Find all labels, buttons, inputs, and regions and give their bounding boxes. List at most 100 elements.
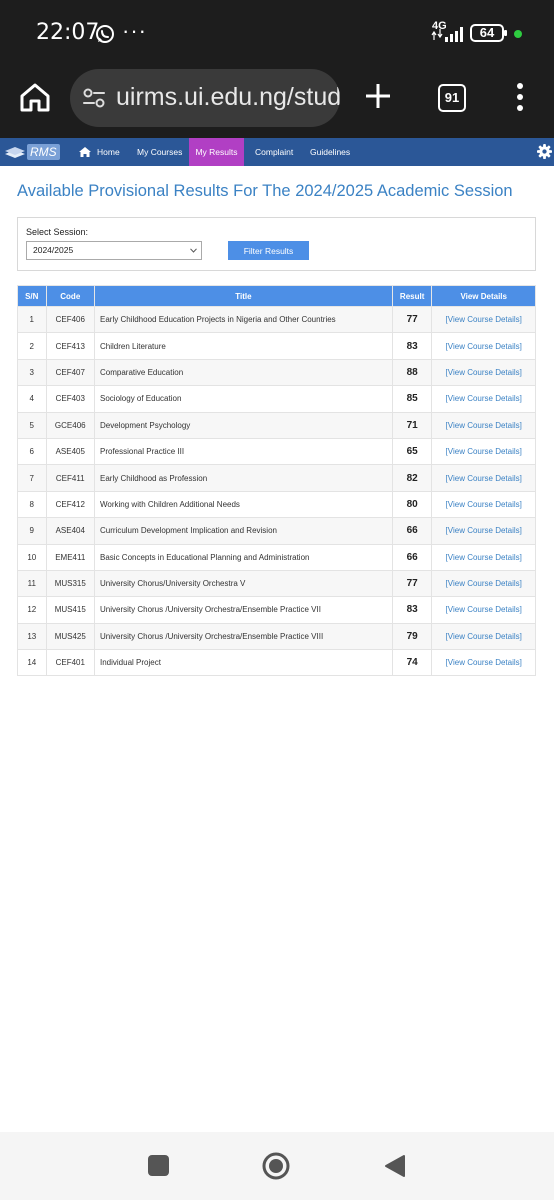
status-time: 22:07 [36,20,100,45]
url-text: uirms.ui.edu.ng/stude [116,83,340,111]
cell-title: Comparative Education [94,358,393,387]
tune-icon[interactable] [82,86,106,110]
cell-title: Early Childhood Education Projects in Ni… [94,305,393,334]
cell-sn: 5 [17,411,47,439]
cell-title: University Chorus/University Orchestra V [94,569,393,598]
table-row: 4 CEF403 Sociology of Education 85 [View… [17,385,536,413]
signal-icon [431,27,463,42]
home-circle-icon[interactable] [262,1152,290,1180]
system-navigation-bar [0,1132,554,1200]
cell-result: 66 [391,543,433,571]
view-course-details-link[interactable]: [View Course Details] [431,464,536,492]
cell-result: 85 [391,385,433,413]
table-row: 2 CEF413 Children Literature 83 [View Co… [17,332,536,360]
cell-sn: 14 [17,649,47,677]
session-label: Select Session: [26,227,89,237]
browser-toolbar: uirms.ui.edu.ng/stude 91 [0,66,554,138]
cell-result: 83 [391,596,433,624]
cell-result: 66 [391,517,433,545]
nav-my-results[interactable]: My Results [189,138,244,166]
battery-icon: 64 [470,24,507,42]
cell-result: 82 [391,464,433,492]
address-bar[interactable]: uirms.ui.edu.ng/stude [70,69,340,127]
nav-complaint[interactable]: Complaint [255,138,293,166]
view-course-details-link[interactable]: [View Course Details] [431,517,536,545]
cell-code: MUS425 [45,622,96,651]
filter-results-button[interactable]: Filter Results [228,241,309,260]
table-row: 11 MUS315 University Chorus/University O… [17,569,536,598]
brand-text: RMS [27,144,60,160]
cell-sn: 12 [17,596,47,624]
nav-home-label: Home [97,147,120,157]
status-bar: 22:07 ··· 4G 64 [0,0,554,66]
view-course-details-link[interactable]: [View Course Details] [431,596,536,624]
cell-sn: 2 [17,332,47,360]
cell-code: CEF413 [45,332,96,360]
view-course-details-link[interactable]: [View Course Details] [431,437,536,466]
tab-switcher-button[interactable]: 91 [438,84,466,112]
nav-my-courses[interactable]: My Courses [137,138,182,166]
privacy-indicator [514,30,522,38]
home-icon[interactable] [18,80,52,114]
recents-icon[interactable] [148,1155,169,1176]
more-notifications-icon: ··· [122,18,147,43]
cell-title: University Chorus /University Orchestra/… [94,596,393,624]
cell-code: GCE406 [45,411,96,439]
view-course-details-link[interactable]: [View Course Details] [431,332,536,360]
cell-code: MUS415 [45,596,96,624]
table-row: 7 CEF411 Early Childhood as Profession 8… [17,464,536,492]
plus-icon [366,84,390,108]
cell-sn: 1 [17,305,47,334]
house-icon [79,147,91,157]
session-select[interactable]: 2024/2025 [26,241,202,260]
cell-result: 74 [391,649,433,677]
table-row: 6 ASE405 Professional Practice III 65 [V… [17,437,536,466]
web-page: RMS Home My Courses My Results Complaint… [0,138,554,1132]
cell-sn: 8 [17,490,47,519]
table-row: 3 CEF407 Comparative Education 88 [View … [17,358,536,387]
cell-code: EME411 [45,543,96,571]
cell-result: 79 [391,622,433,651]
back-icon[interactable] [384,1154,406,1178]
cell-result: 71 [391,411,433,439]
view-course-details-link[interactable]: [View Course Details] [431,649,536,677]
cell-title: Working with Children Additional Needs [94,490,393,519]
header-view-details: View Details [431,285,536,307]
table-row: 8 CEF412 Working with Children Additiona… [17,490,536,519]
view-course-details-link[interactable]: [View Course Details] [431,411,536,439]
cell-sn: 10 [17,543,47,571]
cell-result: 88 [391,358,433,387]
nav-home[interactable]: Home [78,138,120,166]
cell-code: ASE405 [45,437,96,466]
more-vertical-icon[interactable] [510,80,530,114]
nav-guidelines[interactable]: Guidelines [310,138,350,166]
cell-code: CEF407 [45,358,96,387]
view-course-details-link[interactable]: [View Course Details] [431,385,536,413]
table-row: 5 GCE406 Development Psychology 71 [View… [17,411,536,439]
brand-logo[interactable]: RMS [4,143,60,161]
page-title: Available Provisional Results For The 20… [17,182,513,200]
cell-result: 77 [391,305,433,334]
view-course-details-link[interactable]: [View Course Details] [431,569,536,598]
cell-code: MUS315 [45,569,96,598]
chevron-down-icon [190,248,197,253]
cell-title: Professional Practice III [94,437,393,466]
cell-title: Sociology of Education [94,385,393,413]
view-course-details-link[interactable]: [View Course Details] [431,622,536,651]
header-title: Title [94,285,393,307]
cell-result: 80 [391,490,433,519]
cell-title: University Chorus /University Orchestra/… [94,622,393,651]
view-course-details-link[interactable]: [View Course Details] [431,543,536,571]
cell-result: 65 [391,437,433,466]
view-course-details-link[interactable]: [View Course Details] [431,490,536,519]
gear-icon[interactable] [537,144,552,159]
view-course-details-link[interactable]: [View Course Details] [431,358,536,387]
table-row: 1 CEF406 Early Childhood Education Proje… [17,305,536,334]
session-selected-value: 2024/2025 [33,245,74,255]
new-tab-button[interactable] [362,78,394,114]
cell-sn: 13 [17,622,47,651]
view-course-details-link[interactable]: [View Course Details] [431,305,536,334]
cell-sn: 9 [17,517,47,545]
cell-sn: 11 [17,569,47,598]
book-stack-icon [5,147,25,158]
